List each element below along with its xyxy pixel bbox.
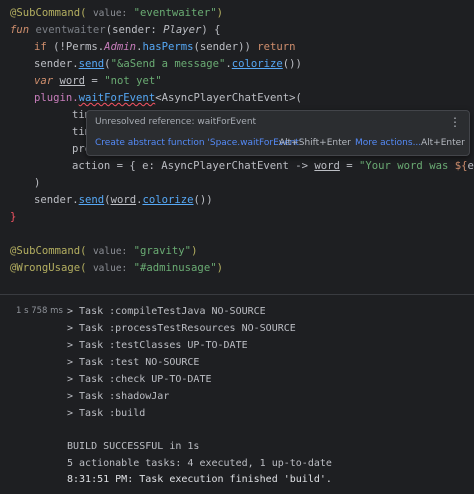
panel-divider[interactable] <box>0 294 474 295</box>
variable-name: word <box>59 75 86 87</box>
code-text: (!Perms. <box>46 41 105 53</box>
code-line-3[interactable]: if (!Perms.Admin.hasPerms(sender)) retur… <box>34 40 296 54</box>
code-line-2[interactable]: fun eventwaiter(sender: Player) { <box>10 23 221 37</box>
actionable-summary: 5 actionable tasks: 4 executed, 1 up-to-… <box>67 458 332 469</box>
string-literal: "gravity" <box>133 245 192 257</box>
string-literal: "eventwaiter" <box>133 7 217 19</box>
build-console[interactable]: 1 s 758 ms > Task :compileTestJava NO-SO… <box>0 296 474 494</box>
code-line-6[interactable]: plugin.waitForEvent<AsyncPlayerChatEvent… <box>34 91 302 105</box>
annotation-close: ) <box>191 245 198 257</box>
annotation: @WrongUsage( <box>10 262 87 274</box>
console-line: > Task :processTestResources NO-SOURCE <box>67 323 296 334</box>
code-line-12[interactable]: sender.send(word.colorize()) <box>34 193 213 207</box>
console-line: > Task :compileTestJava NO-SOURCE <box>67 306 266 317</box>
type-name: Player <box>163 24 202 36</box>
code-line-11[interactable]: ) <box>34 176 40 190</box>
code-line-13[interactable]: } <box>10 210 16 224</box>
function-call: hasPerms <box>142 41 194 53</box>
function-call: send <box>78 194 105 206</box>
console-line: > Task :testClasses UP-TO-DATE <box>67 340 248 351</box>
annotation-close: ) <box>216 7 223 19</box>
code-line-15[interactable]: @WrongUsage( value: "#adminusage") <box>10 261 223 276</box>
parameter-hint: value: <box>92 8 128 19</box>
string-literal: "Your word was <box>359 160 455 172</box>
property-ref: plugin. <box>34 92 79 104</box>
console-line: > Task :test NO-SOURCE <box>67 357 200 368</box>
code-line-1[interactable]: @SubCommand( value: "eventwaiter") <box>10 6 223 21</box>
code-editor[interactable]: @SubCommand( value: "eventwaiter") fun e… <box>0 0 474 282</box>
annotation: @SubCommand( <box>10 245 87 257</box>
string-literal: "not yet" <box>104 75 162 87</box>
params: (sender: <box>105 24 164 36</box>
build-result: BUILD SUCCESSFUL in 1s <box>67 441 200 452</box>
function-call: colorize <box>231 58 283 70</box>
console-line: > Task :shadowJar <box>67 391 170 402</box>
code-line-14[interactable]: @SubCommand( value: "gravity") <box>10 244 197 259</box>
console-line: > Task :build <box>67 408 146 419</box>
build-duration: 1 s 758 ms <box>16 306 63 316</box>
function-call: colorize <box>142 194 194 206</box>
parameter-hint: value: <box>92 263 128 274</box>
template-expr: e. <box>467 160 474 172</box>
code-line-4[interactable]: sender.send("&aSend a message".colorize(… <box>34 57 302 71</box>
string-literal: "&aSend a message" <box>110 58 226 70</box>
variable-ref: word <box>110 194 137 206</box>
keyword: return <box>257 41 296 53</box>
function-call: send <box>78 58 105 70</box>
code-text: sender. <box>34 194 79 206</box>
more-actions-shortcut: Alt+Enter <box>421 138 465 148</box>
annotation-close: ) <box>216 262 223 274</box>
more-actions-link[interactable]: More actions... <box>355 138 421 148</box>
quick-fix-shortcut: Alt+Shift+Enter <box>279 138 351 148</box>
keyword: fun <box>10 24 30 36</box>
code-text: = <box>339 160 360 172</box>
string-literal: "#adminusage" <box>133 262 217 274</box>
keyword: var <box>34 75 54 87</box>
code-line-10[interactable]: action = { e: AsyncPlayerChatEvent -> wo… <box>72 159 474 173</box>
error-message: Unresolved reference: waitForEvent <box>95 117 257 127</box>
code-text: = <box>85 75 105 87</box>
paren-close: ) { <box>201 24 221 36</box>
code-line-5[interactable]: var word = "not yet" <box>34 74 162 88</box>
paren-close: ()) <box>282 58 302 70</box>
code-text: sender. <box>34 58 79 70</box>
object-ref: Admin <box>104 41 137 53</box>
code-text: action = { e: AsyncPlayerChatEvent -> <box>72 160 315 172</box>
execution-finished-line: 8:31:51 PM: Task execution finished 'bui… <box>67 474 332 485</box>
console-line: > Task :check UP-TO-DATE <box>67 374 212 385</box>
more-options-icon[interactable]: ⋮ <box>449 115 461 129</box>
error-tooltip-popup: Unresolved reference: waitForEvent ⋮ Cre… <box>86 110 470 156</box>
variable-ref: word <box>314 160 340 172</box>
quick-fix-link[interactable]: Create abstract function 'Space.waitForE… <box>95 138 301 148</box>
code-text: <AsyncPlayerChatEvent>( <box>155 92 302 104</box>
code-text: (sender)) <box>193 41 258 53</box>
function-call-error: waitForEvent <box>78 92 156 104</box>
template-open: ${ <box>454 160 468 172</box>
annotation: @SubCommand( <box>10 7 87 19</box>
keyword: if <box>34 41 47 53</box>
parameter-hint: value: <box>92 246 128 257</box>
function-name: eventwaiter <box>35 24 106 36</box>
paren-close: ()) <box>193 194 213 206</box>
